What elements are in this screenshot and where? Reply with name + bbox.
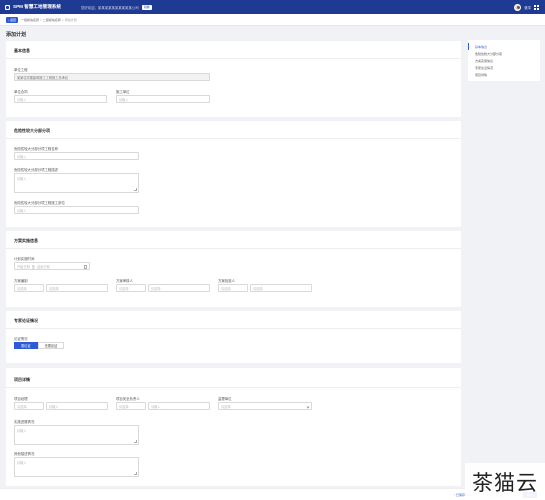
manager-label: 项目经理 bbox=[14, 397, 28, 401]
compile-date[interactable]: 请选择 bbox=[46, 284, 108, 292]
apps-grid-icon[interactable] bbox=[534, 4, 539, 10]
top-navigation-bar: SPM 智慧工地管理系统 您好欢迎，某某某某某某某某某某公司 切换 张平 bbox=[0, 0, 545, 14]
review-select[interactable]: 请选择 bbox=[116, 284, 146, 292]
breadcrumb: 一级模块名称 / 二级模块名称 / 添加计划 bbox=[21, 17, 77, 22]
manager-select[interactable]: 请选择 bbox=[14, 402, 44, 410]
anchor-project-details[interactable]: 项目详情 bbox=[468, 71, 540, 78]
app-title: SPM 智慧工地管理系统 bbox=[13, 4, 61, 9]
back-arrow-icon: ‹ bbox=[8, 17, 9, 22]
switch-org-badge[interactable]: 切换 bbox=[141, 4, 152, 10]
section-title: 方案实施信息 bbox=[14, 238, 38, 243]
range-start: 开始日期 bbox=[17, 264, 30, 269]
back-button[interactable]: ‹ 返回 bbox=[6, 16, 19, 23]
section-title: 基本信息 bbox=[14, 48, 30, 53]
review-date[interactable]: 请选择 bbox=[148, 284, 210, 292]
safety-select[interactable]: 请选择 bbox=[116, 402, 146, 410]
other-textarea[interactable]: 请输入 bbox=[14, 457, 139, 477]
back-button-label: 返回 bbox=[10, 17, 17, 22]
project-label: 单位工程 bbox=[14, 68, 28, 72]
plan-time-label: 计划实施时间 bbox=[14, 257, 35, 261]
other-label: 其他描述情况 bbox=[14, 452, 35, 456]
breadcrumb-item[interactable]: 二级模块名称 bbox=[43, 18, 61, 22]
approve-date[interactable]: 请选择 bbox=[250, 284, 312, 292]
danger-desc-label: 危险性较大分部分项工程描述 bbox=[14, 168, 59, 172]
anchor-plan-implementation[interactable]: 方案实施信息 bbox=[468, 57, 540, 64]
compile-select[interactable]: 请选择 bbox=[14, 284, 44, 292]
progress-textarea[interactable]: 请输入 bbox=[14, 425, 139, 445]
project-field: 某某住宅楼建筑施工工程施工总承包 bbox=[14, 73, 210, 81]
section-project-details: 项目详情 项目经理 请选择 请输入 项目安全负责人 请选择 请输入 监理单位 请… bbox=[6, 368, 461, 486]
anchor-danger-works[interactable]: 危险性较大分部分项 bbox=[468, 50, 540, 57]
danger-desc-textarea[interactable]: 请输入 bbox=[14, 173, 139, 193]
approve-label: 方案批准人 bbox=[218, 279, 235, 283]
watermark-logo: 茶猫云 bbox=[465, 463, 545, 500]
breadcrumb-current: 添加计划 bbox=[64, 17, 77, 22]
section-title: 危险性较大分部分项 bbox=[14, 128, 50, 133]
chevron-down-icon bbox=[306, 405, 310, 408]
section-title: 项目详情 bbox=[14, 377, 30, 382]
section-basic-info: 基本信息 单位工程 某某住宅楼建筑施工工程施工总承包 单位合同 请输入 施工单位… bbox=[6, 41, 461, 117]
demo-label: 论证情况 bbox=[14, 337, 28, 341]
manager-input[interactable]: 请输入 bbox=[46, 402, 108, 410]
breadcrumb-item[interactable]: 一级模块名称 bbox=[21, 18, 39, 22]
radio-needs-review[interactable]: 需论证 bbox=[14, 342, 38, 349]
build-unit-input[interactable]: 请输入 bbox=[14, 95, 107, 103]
user-avatar[interactable] bbox=[514, 3, 522, 11]
section-title: 专家论证情况 bbox=[14, 318, 38, 323]
check-circle-icon: ◔ bbox=[453, 493, 455, 497]
danger-scope-label: 危险性较大分部分项工程施工部位 bbox=[14, 201, 65, 205]
app-logo[interactable]: SPM 智慧工地管理系统 bbox=[5, 4, 61, 10]
safety-input[interactable]: 请输入 bbox=[148, 402, 210, 410]
logo-icon bbox=[5, 4, 10, 10]
demo-radio-group: 需论证 无需论证 bbox=[14, 342, 65, 349]
greeting-text: 您好欢迎，某某某某某某某某某某公司 bbox=[80, 5, 139, 10]
danger-name-label: 危险性较大分部分项工程名称 bbox=[14, 147, 59, 151]
username[interactable]: 张平 bbox=[524, 5, 531, 10]
danger-name-input[interactable]: 请输入 bbox=[14, 152, 139, 160]
page-title: 添加计划 bbox=[6, 32, 27, 38]
plan-time-range-picker[interactable]: 开始日期 至 结束日期 bbox=[14, 262, 90, 270]
approve-select[interactable]: 请选择 bbox=[218, 284, 248, 292]
calendar-icon bbox=[83, 265, 87, 269]
breadcrumb-bar: ‹ 返回 一级模块名称 / 二级模块名称 / 添加计划 bbox=[0, 14, 545, 26]
build-unit-label: 单位合同 bbox=[14, 90, 28, 94]
safety-label: 项目安全负责人 bbox=[116, 397, 140, 401]
supervisor-select[interactable]: 请选择 bbox=[218, 402, 312, 410]
progress-label: 实施进展情况 bbox=[14, 420, 35, 424]
section-plan-implementation: 方案实施信息 计划实施时间 开始日期 至 结束日期 方案编制 请选择 请选择 方… bbox=[6, 231, 461, 307]
section-expert-review: 专家论证情况 论证情况 需论证 无需论证 bbox=[6, 311, 461, 363]
section-danger-works: 危险性较大分部分项 危险性较大分部分项工程名称 请输入 危险性较大分部分项工程描… bbox=[6, 121, 461, 227]
construct-unit-input[interactable]: 请输入 bbox=[116, 95, 210, 103]
anchor-expert-review[interactable]: 专家论证情况 bbox=[468, 64, 540, 71]
construct-unit-label: 施工单位 bbox=[116, 90, 130, 94]
radio-no-review[interactable]: 无需论证 bbox=[37, 342, 65, 349]
review-label: 方案审核人 bbox=[116, 279, 133, 283]
anchor-basic-info[interactable]: 基本信息 bbox=[468, 43, 540, 50]
form-footer: ◔ 已保存草稿 取消 提交 bbox=[0, 488, 545, 500]
danger-scope-input[interactable]: 请输入 bbox=[14, 206, 139, 214]
anchor-navigation: 基本信息 危险性较大分部分项 方案实施信息 专家论证情况 项目详情 bbox=[468, 40, 540, 81]
supervisor-label: 监理单位 bbox=[218, 397, 232, 401]
range-end: 结束日期 bbox=[36, 264, 50, 269]
compile-label: 方案编制 bbox=[14, 279, 28, 283]
